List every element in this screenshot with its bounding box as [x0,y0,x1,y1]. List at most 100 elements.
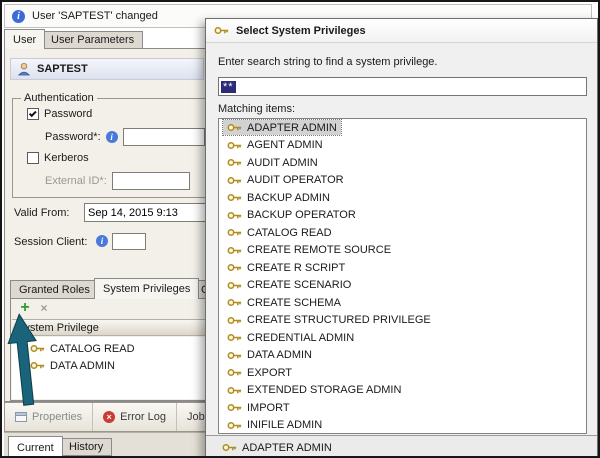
dialog-list-item[interactable]: EXPORT [219,364,586,382]
dialog-list-item[interactable]: IMPORT [219,399,586,417]
dialog-list-item[interactable]: INIFILE ADMIN [219,417,586,435]
error-log-icon [103,411,115,423]
key-icon [227,263,242,272]
dialog-list-item[interactable]: CATALOG READ [219,224,586,242]
external-id-label: External ID*: [45,175,107,187]
privilege-row-label: CATALOG READ [50,343,135,355]
password-input[interactable] [123,128,205,146]
selected-item-preview: ADAPTER ADMIN [206,435,597,458]
user-icon [17,62,31,76]
dialog-list-item-label: CREATE STRUCTURED PRIVILEGE [247,314,431,326]
dialog-list-item[interactable]: ADAPTER ADMIN [219,119,586,137]
dialog-instruction: Enter search string to find a system pri… [218,56,437,68]
key-icon [227,403,242,412]
key-icon [227,386,242,395]
key-icon [227,351,242,360]
search-selected-text: ** [221,81,236,93]
key-icon [227,123,242,132]
annotation-arrow-shape [6,313,42,406]
dialog-list-item-label: AGENT ADMIN [247,139,323,151]
authentication-group-label: Authentication [21,92,97,104]
tab-history-label: History [69,441,103,453]
privilege-table-row[interactable]: CATALOG READ [12,340,236,357]
privilege-column-header[interactable]: System Privilege [12,319,236,336]
select-system-privileges-dialog: Select System Privileges Enter search st… [205,18,598,458]
kerberos-checkbox[interactable] [27,152,39,164]
authentication-group: Authentication Password Password*: Kerbe… [12,92,206,198]
dialog-list-item-label: IMPORT [247,402,290,414]
key-icon [227,158,242,167]
dialog-list-item-label: CATALOG READ [247,227,332,239]
dialog-list-item[interactable]: AUDIT OPERATOR [219,172,586,190]
dialog-title: Select System Privileges [236,25,366,37]
dialog-list-item[interactable]: CREATE SCHEMA [219,294,586,312]
tab-user-label: User [13,34,36,46]
dialog-list-item-label: EXPORT [247,367,292,379]
dialog-list-item[interactable]: CREATE R SCRIPT [219,259,586,277]
dialog-list-item-label: INIFILE ADMIN [247,419,322,431]
view-error-log[interactable]: Error Log [93,403,177,431]
matching-items-label: Matching items: [218,103,295,115]
dialog-title-bar[interactable]: Select System Privileges [206,19,597,43]
dialog-list-item[interactable]: DATA ADMIN [219,347,586,365]
key-icon [227,246,242,255]
tab-history[interactable]: History [60,438,112,456]
dialog-list-item[interactable]: AGENT ADMIN [219,137,586,155]
session-client-info-icon[interactable] [96,235,108,247]
key-icon [227,421,242,430]
key-icon [227,193,242,202]
system-privileges-panel: System Privilege CATALOG READ [10,298,238,401]
tab-system-privileges-label: System Privileges [103,283,190,295]
tab-user[interactable]: User [4,29,45,49]
key-icon [227,281,242,290]
user-name: SAPTEST [37,63,88,75]
dialog-list-item-label: CREATE R SCRIPT [247,262,345,274]
dialog-list-item-label: CREATE REMOTE SOURCE [247,244,391,256]
external-id-input[interactable] [112,172,190,190]
dialog-list-item-label: BACKUP ADMIN [247,192,330,204]
password-info-icon[interactable] [106,131,118,143]
view-jobs-label: Job [187,411,205,423]
kerberos-checkbox-label: Kerberos [44,152,89,164]
tab-system-privileges[interactable]: System Privileges [94,278,199,299]
privilege-row-label: DATA ADMIN [50,360,115,372]
dialog-list-item[interactable]: CREATE SCENARIO [219,277,586,295]
dialog-list-item[interactable]: BACKUP ADMIN [219,189,586,207]
application-window: User 'SAPTEST' changed User User Paramet… [0,0,600,458]
key-icon [227,141,242,150]
dialog-list-item[interactable]: EXTENDED STORAGE ADMIN [219,382,586,400]
privilege-search-input[interactable]: ** [218,77,587,96]
session-client-label: Session Client: [14,236,87,248]
dialog-list-item-label: CREATE SCHEMA [247,297,341,309]
valid-from-label: Valid From: [14,207,69,219]
password-checkbox-label: Password [44,108,92,120]
tab-current[interactable]: Current [8,436,63,458]
view-properties-label: Properties [32,411,82,423]
key-icon [227,298,242,307]
dialog-list-item[interactable]: AUDIT ADMIN [219,154,586,172]
dialog-list-item[interactable]: CREATE STRUCTURED PRIVILEGE [219,312,586,330]
key-icon [227,211,242,220]
view-error-log-label: Error Log [120,411,166,423]
tab-granted-roles-label: Granted Roles [19,284,90,296]
privilege-table-row[interactable]: DATA ADMIN [12,357,236,374]
dialog-list-item[interactable]: BACKUP OPERATOR [219,207,586,225]
key-icon [222,443,237,452]
tab-granted-roles[interactable]: Granted Roles [10,280,99,299]
dialog-list-item[interactable]: CREATE REMOTE SOURCE [219,242,586,260]
dialog-list-item-label: CREATE SCENARIO [247,279,351,291]
dialog-list-item-label: BACKUP OPERATOR [247,209,356,221]
dialog-list-item-label: CREDENTIAL ADMIN [247,332,354,344]
dialog-list-item-label: AUDIT ADMIN [247,157,318,169]
dialog-list-item-label: DATA ADMIN [247,349,312,361]
dialog-list-item[interactable]: CREDENTIAL ADMIN [219,329,586,347]
session-client-input[interactable] [112,233,146,250]
tab-user-parameters[interactable]: User Parameters [42,31,143,49]
user-header: SAPTEST [10,58,204,80]
privilege-table[interactable]: CATALOG READ DATA ADMIN [12,337,236,399]
annotation-arrow-icon [6,312,42,408]
key-icon [227,368,242,377]
password-checkbox[interactable] [27,108,39,120]
dialog-list-item-label: ADAPTER ADMIN [247,122,337,134]
dialog-item-list[interactable]: ADAPTER ADMIN AGENT ADMIN [218,118,587,434]
